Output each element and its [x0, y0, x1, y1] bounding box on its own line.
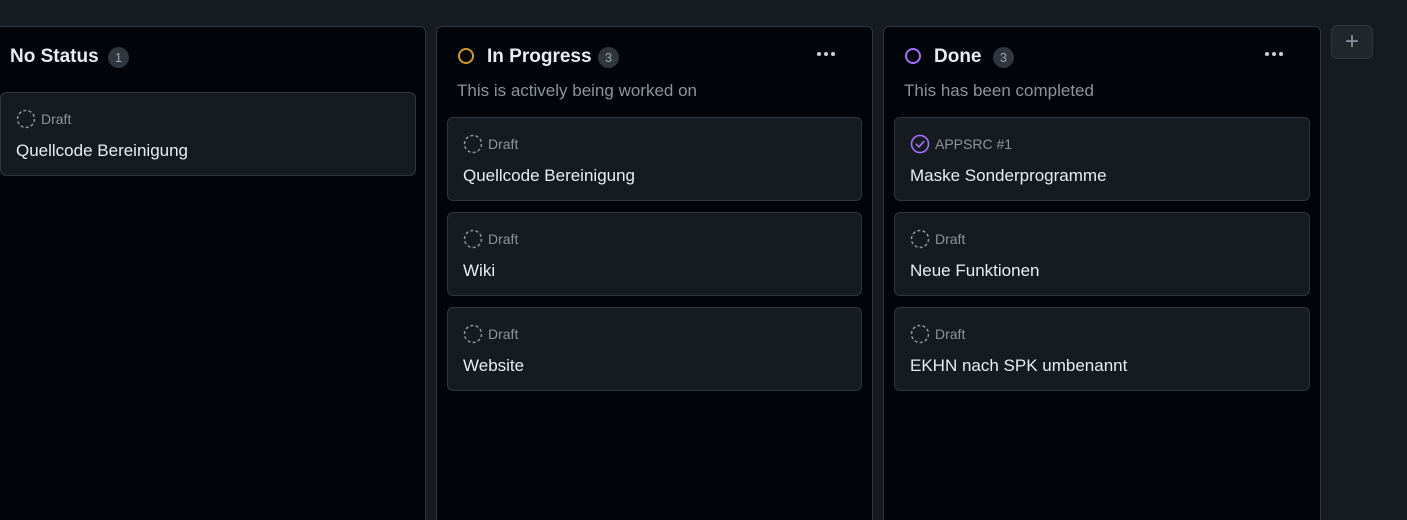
card-type-label: Draft: [488, 231, 519, 247]
in-progress-status-icon: [458, 48, 474, 64]
draft-icon: [463, 229, 483, 249]
card[interactable]: APPSRC #1 Maske Sonderprogramme: [894, 117, 1310, 201]
column-title: No Status: [10, 46, 99, 67]
card-meta: Draft: [463, 134, 518, 154]
project-board: No Status 1 Draft Quellcode Bereinigung …: [0, 0, 1407, 520]
card-issue-reference[interactable]: APPSRC #1: [935, 136, 1012, 152]
card-type-label: Draft: [41, 111, 72, 127]
column-title: Done: [934, 46, 982, 67]
column-header: Done 3: [884, 27, 1320, 87]
card-meta: Draft: [463, 324, 518, 344]
card[interactable]: Draft Website: [447, 307, 862, 391]
draft-icon: [463, 324, 483, 344]
card[interactable]: Draft Quellcode Bereinigung: [0, 92, 416, 176]
card-meta: APPSRC #1: [910, 134, 1012, 154]
column-title: In Progress: [487, 46, 592, 67]
card-title[interactable]: Quellcode Bereinigung: [463, 166, 635, 186]
column-header: No Status 1: [0, 27, 425, 87]
card[interactable]: Draft Neue Funktionen: [894, 212, 1310, 296]
draft-icon: [910, 229, 930, 249]
draft-icon: [463, 134, 483, 154]
column-more-options-button[interactable]: [1258, 41, 1290, 67]
draft-icon: [910, 324, 930, 344]
card-title[interactable]: Neue Funktionen: [910, 261, 1039, 281]
card[interactable]: Draft Wiki: [447, 212, 862, 296]
done-status-icon: [905, 48, 921, 64]
card-type-label: Draft: [935, 231, 966, 247]
issue-closed-icon: [910, 134, 930, 154]
card-meta: Draft: [463, 229, 518, 249]
count-badge: 1: [108, 47, 129, 68]
count-badge: 3: [993, 47, 1014, 68]
card[interactable]: Draft Quellcode Bereinigung: [447, 117, 862, 201]
add-column-button[interactable]: +: [1331, 25, 1373, 59]
card-title[interactable]: EKHN nach SPK umbenannt: [910, 356, 1127, 376]
column-in-progress: In Progress 3 This is actively being wor…: [436, 26, 873, 520]
card-meta: Draft: [910, 324, 965, 344]
draft-icon: [16, 109, 36, 129]
column-done: Done 3 This has been completed APPSRC #1…: [883, 26, 1321, 520]
card-type-label: Draft: [488, 136, 519, 152]
card-type-label: Draft: [488, 326, 519, 342]
card-title[interactable]: Quellcode Bereinigung: [16, 141, 188, 161]
card-title[interactable]: Maske Sonderprogramme: [910, 166, 1107, 186]
card-meta: Draft: [16, 109, 71, 129]
column-more-options-button[interactable]: [810, 41, 842, 67]
column-description: This has been completed: [904, 81, 1094, 100]
count-badge: 3: [598, 47, 619, 68]
card-title[interactable]: Wiki: [463, 261, 495, 281]
column-no-status: No Status 1 Draft Quellcode Bereinigung: [0, 26, 426, 520]
column-header: In Progress 3: [437, 27, 872, 87]
card-type-label: Draft: [935, 326, 966, 342]
card-title[interactable]: Website: [463, 356, 524, 376]
column-description: This is actively being worked on: [457, 81, 698, 100]
card[interactable]: Draft EKHN nach SPK umbenannt: [894, 307, 1310, 391]
card-meta: Draft: [910, 229, 965, 249]
